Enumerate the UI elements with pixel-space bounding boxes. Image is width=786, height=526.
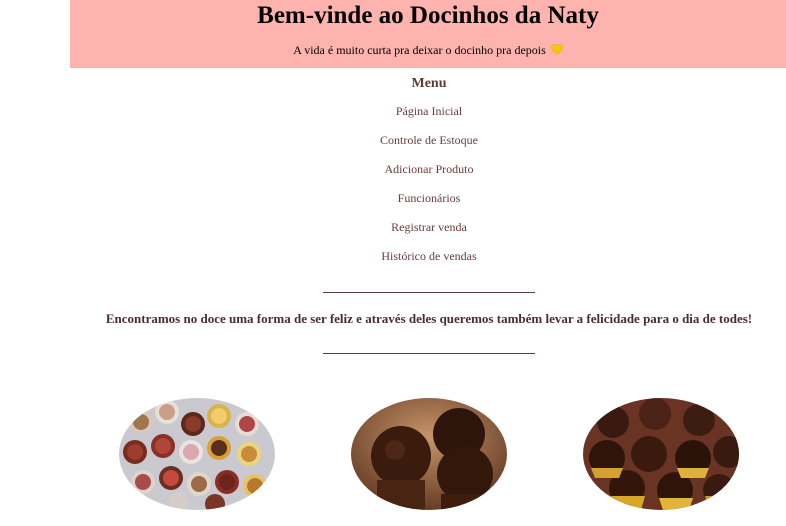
page-title: Bem-vinde ao Docinhos da Naty bbox=[257, 2, 599, 29]
chocolate-brigadeiros-image bbox=[351, 398, 507, 510]
menu-item-adicionar-produto[interactable]: Adicionar Produto bbox=[0, 161, 786, 177]
subtitle-line: A vida é muito curta pra deixar o docinh… bbox=[70, 42, 786, 58]
subtitle-text: A vida é muito curta pra deixar o docinh… bbox=[293, 43, 546, 57]
divider-bottom bbox=[323, 353, 535, 354]
menu-item-controle-estoque[interactable]: Controle de Estoque bbox=[0, 132, 786, 148]
menu-title: Menu bbox=[411, 76, 447, 91]
page: Bem-vinde ao Docinhos da Naty A vida é m… bbox=[0, 0, 786, 526]
assorted-brigadeiros-image bbox=[119, 398, 275, 510]
site-header: Bem-vinde ao Docinhos da Naty A vida é m… bbox=[70, 0, 786, 68]
menu-item-funcionarios[interactable]: Funcionários bbox=[0, 190, 786, 206]
main-menu: Menu Página Inicial Controle de Estoque … bbox=[0, 75, 786, 277]
yellow-heart-icon bbox=[551, 44, 563, 55]
menu-item-registrar-venda[interactable]: Registrar venda bbox=[0, 219, 786, 235]
menu-item-historico-vendas[interactable]: Histórico de vendas bbox=[0, 248, 786, 264]
divider-top bbox=[323, 292, 535, 293]
brigadeiros-gold-cups-image bbox=[583, 398, 739, 510]
tagline: Encontramos no doce uma forma de ser fel… bbox=[105, 311, 753, 326]
menu-item-pagina-inicial[interactable]: Página Inicial bbox=[0, 103, 786, 119]
